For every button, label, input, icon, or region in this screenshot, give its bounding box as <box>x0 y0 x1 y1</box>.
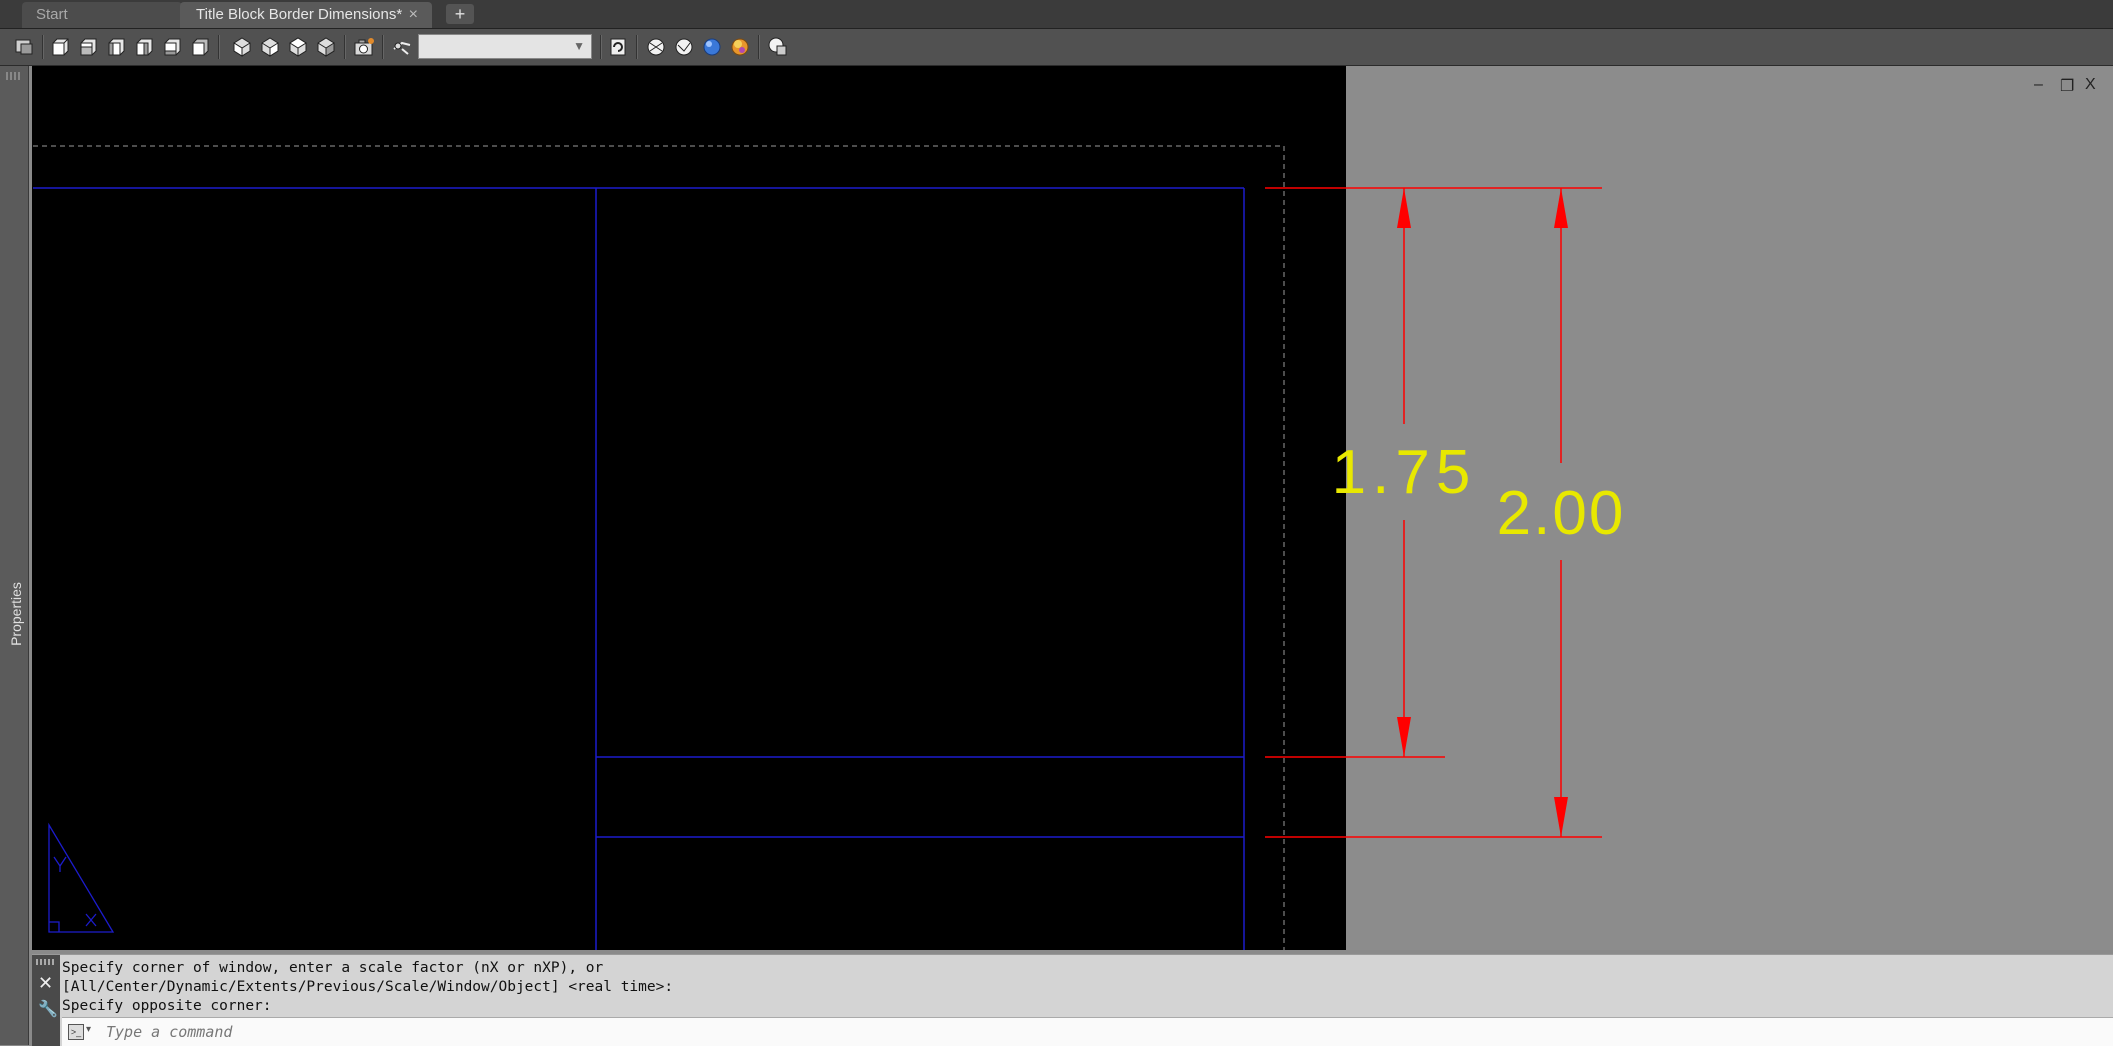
dim-arrow-1-75-bottom <box>1397 717 1411 757</box>
drawing-canvas[interactable]: 1.75 2.00 <box>0 0 2113 1045</box>
command-history-line: Specify opposite corner: <box>62 998 272 1014</box>
dim-arrow-2-00-top <box>1554 188 1568 228</box>
ucs-icon <box>48 822 115 933</box>
command-prompt-icon[interactable]: >_ <box>68 1024 84 1040</box>
command-input-placeholder[interactable]: Type a command <box>106 1023 232 1041</box>
dim-arrow-1-75-top <box>1397 188 1411 228</box>
close-icon[interactable]: ✕ <box>38 973 53 994</box>
dim-arrow-2-00-bottom <box>1554 797 1568 837</box>
command-line-sidebar: ✕ 🔧 <box>32 955 60 1046</box>
chevron-down-icon[interactable]: ▾ <box>86 1024 91 1035</box>
command-history: Specify corner of window, enter a scale … <box>62 959 2102 1016</box>
command-history-line: [All/Center/Dynamic/Extents/Previous/Sca… <box>62 979 674 995</box>
command-input[interactable]: >_ ▾ Type a command <box>62 1017 2113 1046</box>
plot-boundary-dashed <box>33 145 1285 950</box>
command-line-window: ✕ 🔧 Specify corner of window, enter a sc… <box>32 954 2113 1046</box>
command-line-grip[interactable] <box>36 959 56 965</box>
wrench-icon[interactable]: 🔧 <box>38 999 58 1019</box>
dimension-text-2-00[interactable]: 2.00 <box>1497 479 1626 548</box>
dimension-text-1-75[interactable]: 1.75 <box>1332 438 1477 507</box>
command-history-line: Specify corner of window, enter a scale … <box>62 960 604 976</box>
